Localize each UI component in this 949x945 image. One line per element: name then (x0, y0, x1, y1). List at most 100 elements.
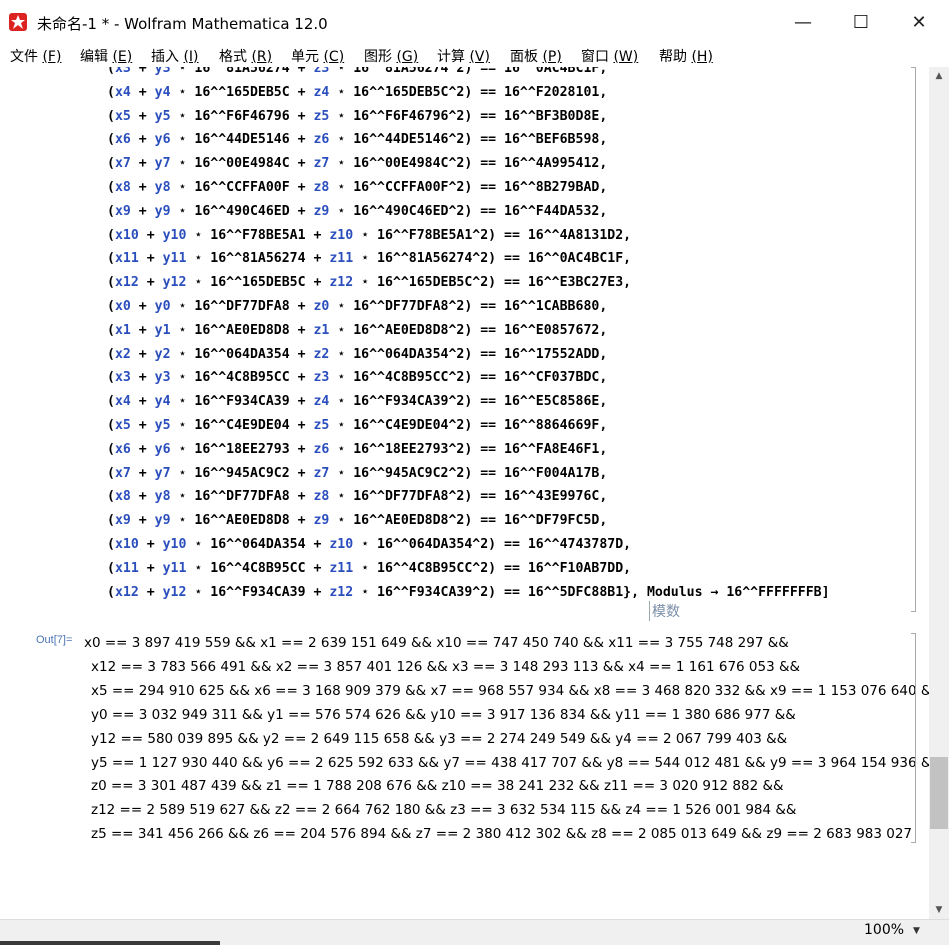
result: ⋆ 16^^490C46ED^2) == 16^^F44DA532, (329, 203, 608, 219)
equation-line[interactable]: (x4 + y4 ⋆ 16^^F934CA39 + z4 ⋆ 16^^F934C… (107, 391, 607, 413)
variable-x: x4 (114, 84, 131, 100)
operator: + (130, 465, 155, 481)
equation-line[interactable]: (x0 + y0 ⋆ 16^^DF77DFA8 + z0 ⋆ 16^^DF77D… (107, 296, 607, 318)
input-cell-bracket[interactable] (911, 67, 916, 612)
variable-y: y5 (154, 108, 171, 124)
equation-line[interactable]: (x2 + y2 ⋆ 16^^064DA354 + z2 ⋆ 16^^064DA… (107, 344, 607, 366)
menu-file[interactable]: 文件 (F) (10, 46, 61, 66)
paren: ( (107, 322, 115, 338)
variable-x: x3 (114, 67, 131, 76)
equation-line[interactable]: (x3 + y3 ⋆ 16^^81A56274 + z3 ⋆ 16^^81A56… (107, 67, 607, 80)
maximize-button[interactable]: ☐ (832, 0, 890, 45)
variable-x: x4 (114, 394, 131, 410)
variable-y: y10 (162, 227, 187, 243)
paren: ( (107, 370, 115, 386)
notebook-area[interactable]: (x3 + y3 ⋆ 16^^81A56274 + z3 ⋆ 16^^81A56… (0, 67, 929, 919)
coefficient: ⋆ 16^^064DA354 + (170, 346, 314, 362)
vertical-scrollbar[interactable]: ▲ ▼ (929, 67, 949, 919)
coefficient: ⋆ 16^^4C8B95CC + (186, 560, 330, 576)
operator: + (130, 346, 155, 362)
variable-x: x10 (114, 537, 139, 552)
variable-y: y7 (154, 156, 171, 172)
paren: ( (107, 441, 115, 457)
equation-line[interactable]: (x8 + y8 ⋆ 16^^DF77DFA8 + z8 ⋆ 16^^DF77D… (107, 486, 607, 508)
equation-line[interactable]: (x10 + y10 ⋆ 16^^064DA354 + z10 ⋆ 16^^06… (107, 534, 631, 556)
variable-z: z9 (313, 513, 330, 529)
close-button[interactable]: ✕ (890, 0, 948, 45)
scroll-up-arrow-icon[interactable]: ▲ (929, 67, 949, 85)
variable-y: y2 (154, 346, 171, 362)
equation-line[interactable]: (x6 + y6 ⋆ 16^^44DE5146 + z6 ⋆ 16^^44DE5… (107, 129, 607, 151)
menu-format[interactable]: 格式 (R) (219, 46, 272, 66)
horizontal-scrollbar[interactable] (0, 941, 220, 945)
result: ⋆ 16^^81A56274^2) == 16^^0AC4BC1F, (353, 251, 632, 267)
paren: ( (107, 203, 115, 219)
equation-line[interactable]: (x11 + y11 ⋆ 16^^4C8B95CC + z11 ⋆ 16^^4C… (107, 558, 631, 580)
menu-edit[interactable]: 编辑 (E) (80, 46, 132, 66)
coefficient: ⋆ 16^^165DEB5C + (186, 275, 330, 291)
result: ⋆ 16^^CCFFA00F^2) == 16^^8B279BAD, (329, 180, 608, 195)
variable-y: y0 (154, 299, 171, 314)
menu-help[interactable]: 帮助 (H) (659, 46, 713, 66)
variable-y: y10 (162, 537, 187, 552)
equation-line[interactable]: (x6 + y6 ⋆ 16^^18EE2793 + z6 ⋆ 16^^18EE2… (107, 439, 607, 461)
coefficient: ⋆ 16^^C4E9DE04 + (170, 418, 314, 433)
operator: + (130, 370, 155, 386)
equation-line[interactable]: (x7 + y7 ⋆ 16^^00E4984C + z7 ⋆ 16^^00E49… (107, 153, 607, 175)
equation-line[interactable]: (x5 + y5 ⋆ 16^^C4E9DE04 + z5 ⋆ 16^^C4E9D… (107, 415, 607, 437)
operator: + (130, 156, 155, 172)
equation-line[interactable]: (x3 + y3 ⋆ 16^^4C8B95CC + z3 ⋆ 16^^4C8B9… (107, 367, 607, 389)
equation-line[interactable]: (x12 + y12 ⋆ 16^^F934CA39 + z12 ⋆ 16^^F9… (107, 582, 830, 604)
variable-z: z3 (313, 370, 330, 386)
menu-insert[interactable]: 插入 (I) (151, 46, 199, 66)
variable-z: z4 (313, 84, 330, 100)
equation-line[interactable]: (x4 + y4 ⋆ 16^^165DEB5C + z4 ⋆ 16^^165DE… (107, 82, 607, 104)
variable-y: y3 (154, 370, 171, 386)
result: ⋆ 16^^AE0ED8D8^2) == 16^^E0857672, (329, 322, 608, 338)
output-line: y12 == 580 039 895 && y2 == 2 649 115 65… (91, 730, 788, 747)
variable-y: y12 (162, 584, 187, 600)
menu-graphics[interactable]: 图形 (G) (364, 46, 418, 66)
variable-z: z12 (329, 275, 354, 291)
variable-z: z9 (313, 203, 330, 219)
variable-z: z10 (329, 227, 354, 243)
equation-line[interactable]: (x10 + y10 ⋆ 16^^F78BE5A1 + z10 ⋆ 16^^F7… (107, 225, 631, 247)
equation-line[interactable]: (x11 + y11 ⋆ 16^^81A56274 + z11 ⋆ 16^^81… (107, 248, 631, 270)
zoom-dropdown-icon[interactable]: ▼ (913, 926, 920, 936)
scroll-thumb[interactable] (930, 757, 948, 829)
output-cell-bracket[interactable] (911, 633, 916, 843)
equation-line[interactable]: (x9 + y9 ⋆ 16^^AE0ED8D8 + z9 ⋆ 16^^AE0ED… (107, 510, 607, 532)
paren: ( (107, 156, 115, 172)
variable-z: z5 (313, 108, 330, 124)
window-title: 未命名-1 * - Wolfram Mathematica 12.0 (37, 15, 328, 33)
output-line: y5 == 1 127 930 440 && y6 == 2 625 592 6… (91, 754, 929, 771)
menu-evaluation[interactable]: 计算 (V) (437, 46, 490, 66)
variable-z: z7 (313, 156, 330, 172)
variable-x: x5 (114, 418, 131, 433)
variable-z: z8 (313, 489, 330, 505)
result: ⋆ 16^^18EE2793^2) == 16^^FA8E46F1, (329, 441, 608, 457)
equation-line[interactable]: (x8 + y8 ⋆ 16^^CCFFA00F + z8 ⋆ 16^^CCFFA… (107, 177, 607, 199)
equation-line[interactable]: (x7 + y7 ⋆ 16^^945AC9C2 + z7 ⋆ 16^^945AC… (107, 463, 607, 485)
operator: + (130, 203, 155, 219)
operator: + (130, 441, 155, 457)
equation-line[interactable]: (x12 + y12 ⋆ 16^^165DEB5C + z12 ⋆ 16^^16… (107, 272, 631, 294)
menu-window[interactable]: 窗口 (W) (581, 46, 638, 66)
output-line: x5 == 294 910 625 && x6 == 3 168 909 379… (91, 682, 929, 699)
operator: + (130, 108, 155, 124)
operator: + (130, 84, 155, 100)
menu-cell[interactable]: 单元 (C) (291, 46, 344, 66)
equation-line[interactable]: (x9 + y9 ⋆ 16^^490C46ED + z9 ⋆ 16^^490C4… (107, 201, 607, 223)
zoom-level[interactable]: 100% (864, 922, 904, 938)
autocomplete-suggestion[interactable]: 模数 (649, 601, 680, 621)
menu-palettes[interactable]: 面板 (P) (510, 46, 562, 66)
minimize-button[interactable]: — (774, 0, 832, 45)
coefficient: ⋆ 16^^DF77DFA8 + (170, 299, 314, 314)
operator: + (138, 227, 163, 243)
coefficient: ⋆ 16^^44DE5146 + (170, 132, 314, 148)
equation-line[interactable]: (x5 + y5 ⋆ 16^^F6F46796 + z5 ⋆ 16^^F6F46… (107, 106, 607, 128)
equation-line[interactable]: (x1 + y1 ⋆ 16^^AE0ED8D8 + z1 ⋆ 16^^AE0ED… (107, 320, 607, 342)
scroll-down-arrow-icon[interactable]: ▼ (929, 901, 949, 919)
operator: + (138, 560, 163, 576)
variable-z: z1 (313, 322, 330, 338)
